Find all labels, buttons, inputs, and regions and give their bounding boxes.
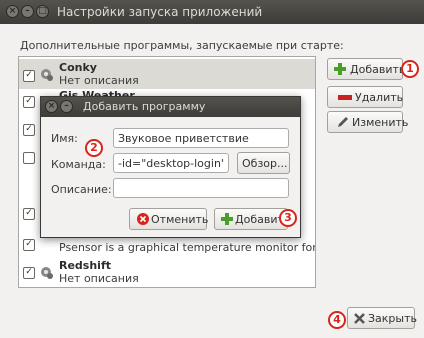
dialog-title: Добавить программу (83, 100, 206, 113)
cancel-button[interactable]: Отменить (129, 208, 209, 230)
window-titlebar: × – □ Настройки запуска приложений (0, 0, 424, 24)
program-name: Conky (59, 61, 97, 74)
add-program-button[interactable]: Добавить (327, 58, 406, 80)
enable-checkbox[interactable]: ✓ (23, 239, 35, 251)
program-description: Нет описания (59, 272, 139, 285)
cancel-label: Отменить (151, 213, 209, 226)
maximize-icon: □ (38, 6, 47, 16)
minimize-window-button[interactable]: – (21, 5, 34, 18)
list-item[interactable]: ✓ Conky Нет описания (19, 59, 315, 89)
close-window-button[interactable]: × (6, 5, 19, 18)
close-icon: × (47, 101, 56, 111)
close-label: Закрыть (368, 312, 417, 325)
browse-label: Обзор... (242, 157, 288, 170)
remove-program-button[interactable]: Удалить (327, 86, 403, 108)
edit-program-button[interactable]: Изменить (327, 111, 408, 133)
add-program-label: Добавить (350, 63, 406, 76)
comment-label: Описание: (51, 183, 112, 196)
cancel-icon (137, 213, 149, 225)
enable-checkbox[interactable]: ✓ (23, 208, 35, 220)
program-description: Нет описания (59, 74, 139, 87)
command-input[interactable] (113, 153, 229, 173)
program-name: Redshift (59, 259, 111, 272)
plus-icon (221, 213, 233, 225)
window-title: Настройки запуска приложений (57, 5, 263, 19)
comment-input[interactable] (113, 178, 289, 198)
close-icon: × (8, 6, 17, 16)
enable-checkbox[interactable]: ✓ (23, 70, 35, 82)
add-program-dialog: × – Добавить программу Имя: Команда: Обз… (40, 96, 301, 238)
dialog-minimize-button[interactable]: – (60, 100, 73, 113)
name-label: Имя: (51, 132, 78, 145)
minimize-icon: – (25, 6, 30, 16)
enable-checkbox[interactable]: ✓ (23, 96, 35, 108)
minimize-icon: – (64, 101, 69, 111)
command-label: Команда: (51, 158, 106, 171)
remove-program-label: Удалить (355, 91, 404, 104)
name-input[interactable] (113, 128, 289, 148)
maximize-window-button[interactable]: □ (36, 5, 49, 18)
enable-checkbox[interactable]: ✓ (23, 124, 35, 136)
annotation-badge-2: 2 (85, 139, 103, 157)
startup-programs-hint: Дополнительные программы, запускаемые пр… (20, 39, 344, 52)
annotation-badge-1: 1 (401, 60, 419, 78)
browse-button[interactable]: Обзор... (237, 152, 290, 174)
program-description: Psensor is a graphical temperature monit… (59, 241, 316, 254)
dialog-titlebar: × – Добавить программу (41, 97, 300, 117)
pencil-icon (338, 117, 348, 127)
annotation-badge-3: 3 (279, 209, 297, 227)
close-icon (354, 313, 365, 324)
dialog-close-button[interactable]: × (45, 100, 58, 113)
close-button[interactable]: Закрыть (347, 307, 417, 329)
enable-checkbox[interactable]: ✓ (23, 267, 35, 279)
enable-checkbox[interactable] (23, 152, 35, 164)
gear-icon (41, 267, 53, 279)
minus-icon (338, 95, 352, 100)
plus-icon (334, 63, 346, 75)
gear-icon (41, 69, 53, 81)
confirm-add-button[interactable]: Добавить (214, 208, 290, 230)
annotation-badge-4: 4 (328, 311, 346, 329)
list-item[interactable]: ✓ Redshift Нет описания (19, 257, 315, 287)
edit-program-label: Изменить (352, 116, 409, 129)
